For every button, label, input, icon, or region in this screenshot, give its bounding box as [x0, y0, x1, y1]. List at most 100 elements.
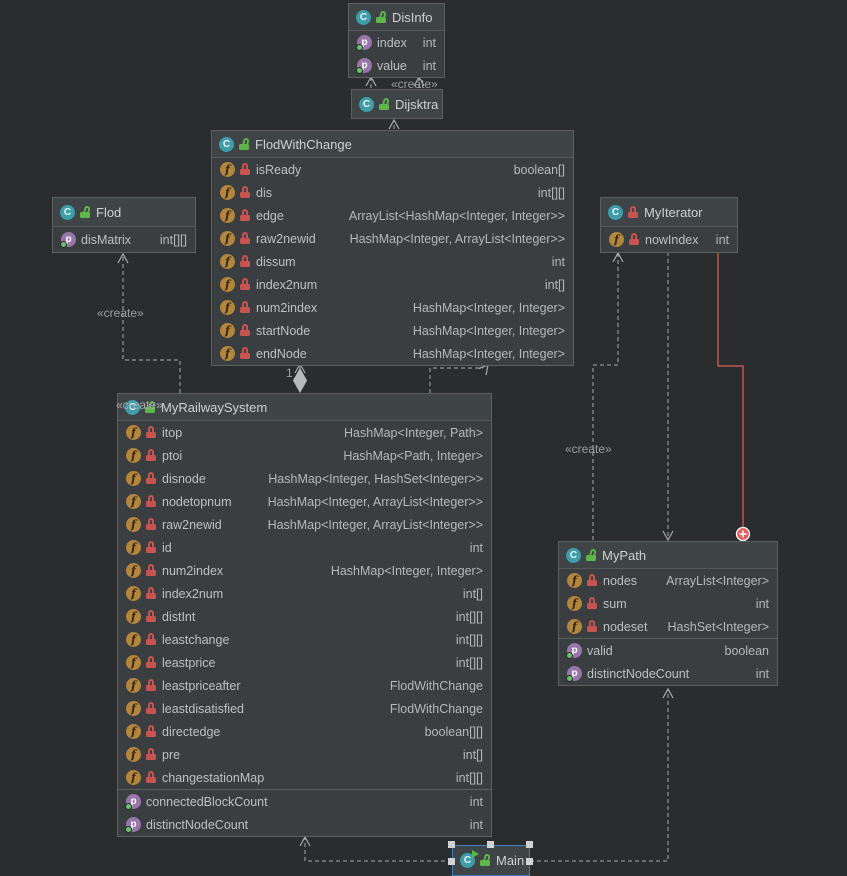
field-row: f startNode HashMap<Integer, Integer>	[212, 319, 573, 342]
member-name: itop	[162, 425, 183, 440]
field-icon: f	[126, 632, 141, 647]
member-type: HashMap<Integer, Integer>	[412, 300, 565, 315]
member-type: HashSet<Integer>	[667, 619, 769, 634]
selection-handle-top-left[interactable]	[448, 841, 455, 848]
getter-dot-icon	[566, 652, 573, 659]
member-name: index2num	[162, 586, 224, 601]
member-name: index	[377, 35, 407, 50]
lock-closed-icon	[587, 574, 598, 587]
lock-closed-icon	[146, 449, 157, 462]
edge-main-mypath[interactable]	[530, 687, 674, 862]
member-name: connectedBlockCount	[146, 794, 268, 809]
member-type: boolean[]	[513, 162, 565, 177]
member-type: int	[469, 794, 483, 809]
field-row: p disMatrix int[][]	[53, 227, 195, 252]
class-header: C MyIterator	[601, 198, 737, 227]
field-icon: f	[220, 254, 235, 269]
field-row: f changestationMap int[][]	[118, 766, 491, 789]
lock-open-icon	[586, 547, 597, 562]
selection-handle-mid-right[interactable]	[526, 858, 533, 865]
selection-handle-top-right[interactable]	[526, 841, 533, 848]
member-name: index2num	[256, 277, 318, 292]
selection-handle-top-mid[interactable]	[487, 841, 494, 848]
uml-diagram-canvas[interactable]: C DisInfo p index int p value int C Dijsktra C Fl…	[0, 0, 847, 876]
field-icon: f	[220, 323, 235, 338]
class-icon: C	[219, 136, 234, 152]
lock-closed-icon	[146, 633, 157, 646]
lock-open-icon	[376, 9, 387, 24]
class-title: MyIterator	[644, 204, 703, 220]
field-icon: f	[126, 425, 141, 440]
class-box-disinfo[interactable]: C DisInfo p index int p value int	[348, 3, 445, 78]
member-name: pre	[162, 747, 181, 762]
lock-closed-icon	[240, 255, 251, 268]
class-box-mypath[interactable]: C MyPath f nodes ArrayList<Integer> f sum int f n…	[558, 541, 778, 686]
member-type: HashMap<Integer, ArrayList<Integer>>	[267, 494, 483, 509]
member-type: int[][]	[455, 770, 483, 785]
field-icon: f	[126, 609, 141, 624]
class-header: C Flod	[53, 198, 195, 227]
field-row: f pre int[]	[118, 743, 491, 766]
properties-section: p connectedBlockCount int p distinctNodeCoun…	[118, 789, 491, 836]
edge-flodwithchange-dijsktra[interactable]	[388, 118, 400, 130]
edge-aggregation-flodwithchange[interactable]	[292, 362, 308, 394]
class-box-myrailwaysystem[interactable]: C MyRailwaySystem f itop HashMap<Integer, Pa…	[117, 393, 492, 837]
member-type: int	[715, 232, 729, 247]
member-name: id	[162, 540, 172, 555]
field-row: p value int	[349, 54, 444, 77]
lock-closed-icon	[240, 301, 251, 314]
multiplicity-label: 1	[286, 366, 293, 380]
edge-dijsktra-disinfo-1[interactable]	[365, 75, 377, 88]
class-title: DisInfo	[392, 9, 433, 25]
member-name: leastchange	[162, 632, 230, 647]
class-box-myiterator[interactable]: C MyIterator f nowIndex int	[600, 197, 738, 253]
member-type: int	[755, 666, 769, 681]
getter-dot-icon	[356, 44, 363, 51]
field-row: f leastprice int[][]	[118, 651, 491, 674]
class-icon: C	[608, 204, 623, 220]
class-header: C Main	[453, 846, 529, 875]
fields-section: p disMatrix int[][]	[53, 227, 195, 252]
class-header: C MyPath	[559, 542, 777, 569]
member-name: ptoi	[162, 448, 183, 463]
member-type: boolean	[724, 643, 770, 658]
field-row: f num2index HashMap<Integer, Integer>	[118, 559, 491, 582]
getter-dot-icon	[125, 803, 132, 810]
member-type: HashMap<Integer, HashSet<Integer>>	[268, 471, 483, 486]
member-name: leastdisatisfied	[162, 701, 244, 716]
field-row: f dissum int	[212, 250, 573, 273]
member-name: directedge	[162, 724, 221, 739]
class-box-flod[interactable]: C Flod p disMatrix int[][]	[52, 197, 196, 253]
edge-myrailwaysystem-flodwithchange[interactable]	[429, 362, 492, 393]
property-row: p valid boolean	[559, 639, 777, 662]
selection-handle-mid-left[interactable]	[448, 858, 455, 865]
edge-red-myiterator-mypath[interactable]	[717, 253, 751, 542]
member-type: int	[755, 596, 769, 611]
member-name: endNode	[256, 346, 307, 361]
field-icon: f	[220, 300, 235, 315]
edge-mypath-myiterator[interactable]	[592, 251, 624, 540]
member-type: int[][]	[455, 609, 483, 624]
field-row: f nodetopnum HashMap<Integer, ArrayList<In…	[118, 490, 491, 513]
lock-closed-icon	[146, 771, 157, 784]
create-label-overlap: «create»	[116, 398, 163, 412]
class-title: FlodWithChange	[255, 136, 352, 152]
class-box-flodwithchange[interactable]: C FlodWithChange f isReady boolean[] f dis int[…	[211, 130, 574, 366]
edge-myiterator-mypath[interactable]	[662, 252, 674, 542]
lock-closed-icon	[587, 620, 598, 633]
lock-closed-icon	[240, 232, 251, 245]
getter-dot-icon	[125, 826, 132, 833]
class-box-dijsktra[interactable]: C Dijsktra	[351, 89, 443, 119]
lock-closed-icon	[146, 656, 157, 669]
edge-myrailwaysystem-flod[interactable]	[117, 252, 181, 393]
lock-closed-icon	[146, 725, 157, 738]
edge-main-myrailwaysystem[interactable]	[299, 835, 452, 862]
field-row: f endNode HashMap<Integer, Integer>	[212, 342, 573, 365]
fields-section: f nodes ArrayList<Integer> f sum int f nodeset H…	[559, 569, 777, 638]
class-box-main-selected[interactable]: C Main	[452, 845, 530, 876]
field-icon: f	[126, 471, 141, 486]
member-type: boolean[][]	[424, 724, 483, 739]
field-icon: f	[126, 701, 141, 716]
member-name: num2index	[162, 563, 224, 578]
create-label-myiterator: «create»	[565, 442, 612, 456]
